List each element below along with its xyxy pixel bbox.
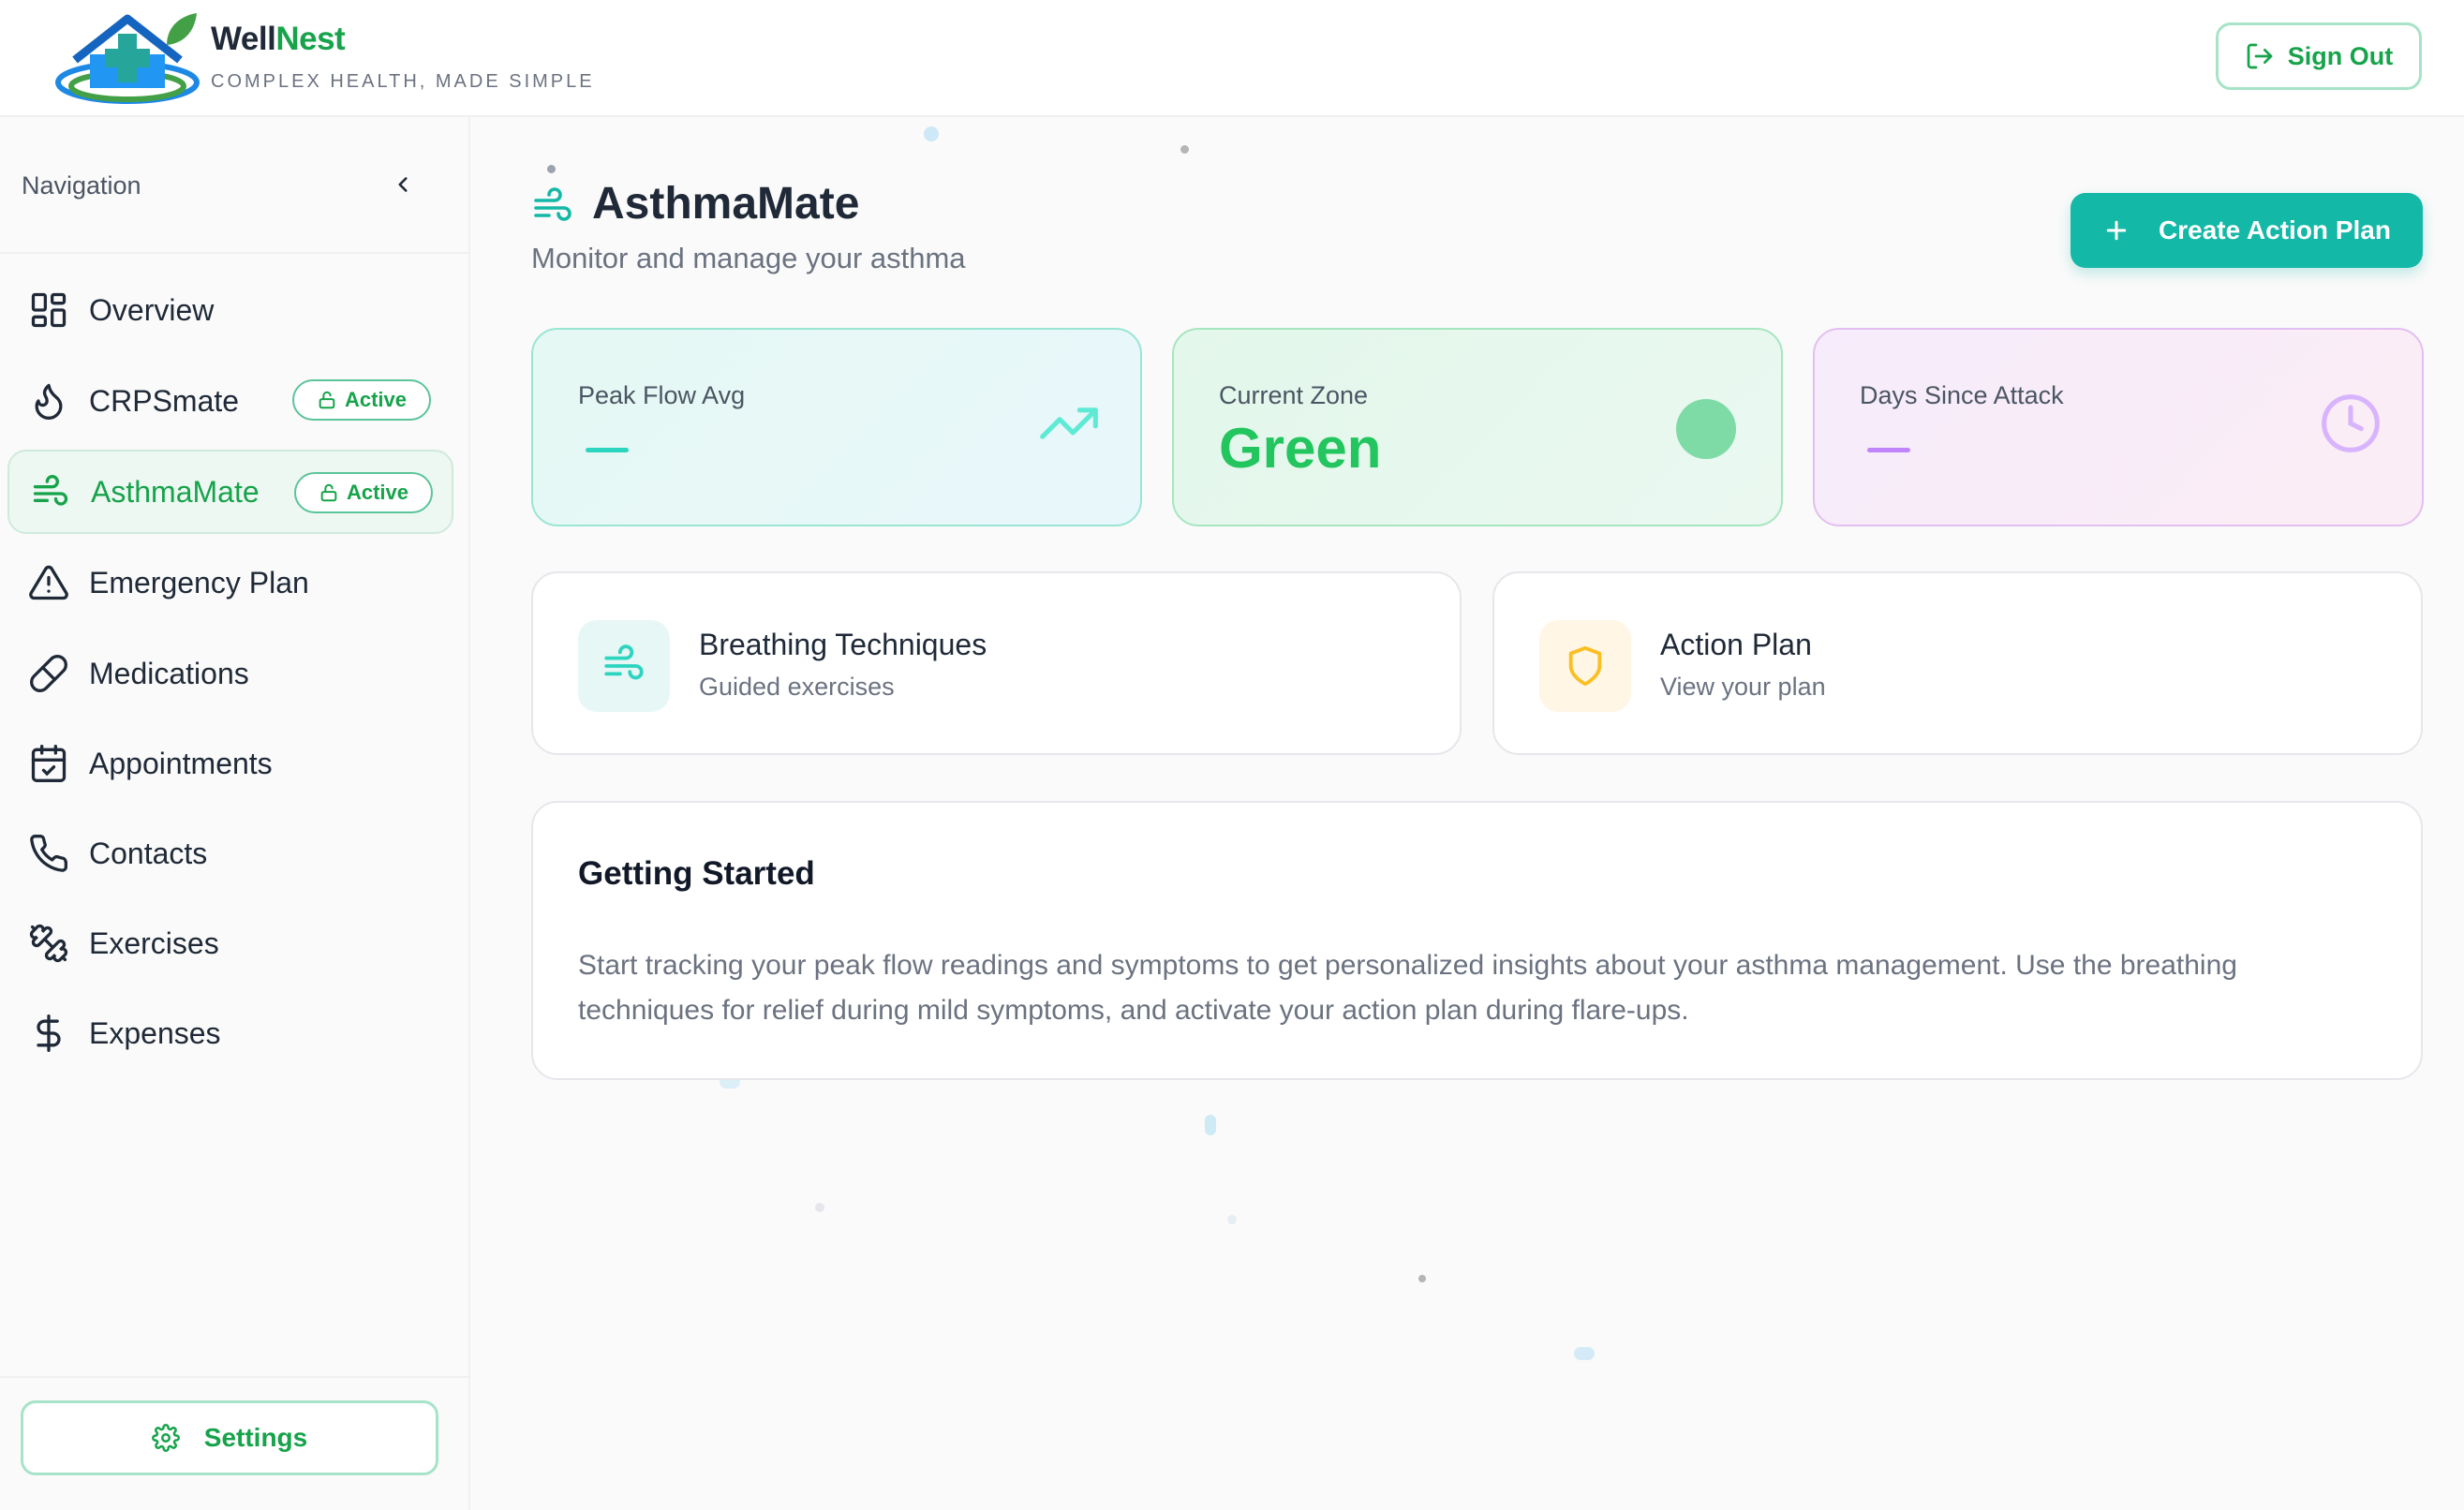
quick-link-icon-box: [578, 620, 670, 712]
sidebar-item-emergency-plan[interactable]: Emergency Plan: [7, 540, 453, 625]
settings-label: Settings: [203, 1423, 308, 1452]
page-subtitle: Monitor and manage your asthma: [531, 242, 966, 274]
lock-open-icon: [320, 483, 337, 502]
sidebar-item-label: Overview: [89, 292, 215, 327]
collapse-sidebar-button[interactable]: [384, 166, 422, 203]
plus-icon: [2106, 220, 2127, 241]
sidebar-footer: Settings: [0, 1376, 468, 1510]
stat-card-days-since-attack: Days Since Attack: [1813, 328, 2424, 526]
clock-icon: [2322, 394, 2380, 452]
quick-link-title: Breathing Techniques: [699, 628, 987, 661]
stat-value-empty: [586, 448, 629, 452]
brand-tagline: COMPLEX HEALTH, MADE SIMPLE: [211, 71, 595, 92]
stat-card-current-zone: Current Zone Green: [1172, 328, 1783, 526]
decor-dot: [547, 165, 556, 173]
shield-icon: [1568, 645, 1602, 687]
decor-dot: [1205, 1115, 1216, 1135]
zone-indicator-dot: [1676, 399, 1736, 459]
sidebar-item-label: CRPSmate: [89, 383, 240, 418]
warning-triangle-icon: [29, 565, 68, 600]
stat-value: Green: [1219, 417, 1382, 480]
sidebar-item-contacts[interactable]: Contacts: [7, 811, 453, 896]
quick-link-subtitle: View your plan: [1660, 673, 1826, 701]
stat-label: Days Since Attack: [1860, 381, 2064, 409]
badge-label: Active: [346, 481, 409, 504]
sidebar-item-label: Expenses: [89, 1015, 221, 1050]
dollar-icon: [37, 1014, 61, 1052]
page-title: AsthmaMate: [592, 179, 860, 229]
decor-dot: [1418, 1275, 1426, 1282]
wind-icon: [534, 187, 571, 221]
top-header: WellNest COMPLEX HEALTH, MADE SIMPLE Sig…: [0, 0, 2464, 117]
decor-dot: [1180, 145, 1189, 154]
stat-card-peak-flow: Peak Flow Avg: [531, 328, 1142, 526]
action-plan-card[interactable]: Action Plan View your plan: [1492, 571, 2423, 755]
sidebar-title: Navigation: [22, 171, 141, 200]
sidebar-item-exercises[interactable]: Exercises: [7, 901, 453, 985]
sign-out-label: Sign Out: [2287, 41, 2394, 70]
sidebar-item-label: Contacts: [89, 836, 208, 870]
quick-link-subtitle: Guided exercises: [699, 673, 895, 701]
breathing-techniques-card[interactable]: Breathing Techniques Guided exercises: [531, 571, 1462, 755]
quick-link-icon-box: [1539, 620, 1631, 712]
wellnest-logo: [55, 13, 200, 104]
sidebar-item-crpsmate[interactable]: CRPSmate Active: [7, 359, 453, 443]
active-badge: Active: [294, 472, 433, 513]
sidebar-item-label: Exercises: [89, 925, 219, 960]
decor-dot: [815, 1203, 824, 1212]
stat-value-empty: [1867, 448, 1910, 452]
quick-link-title: Action Plan: [1660, 628, 1812, 661]
decor-dot: [924, 126, 939, 141]
sidebar-header: Navigation: [0, 117, 468, 254]
badge-label: Active: [344, 388, 408, 411]
sidebar-item-label: AsthmaMate: [91, 474, 260, 509]
stat-label: Peak Flow Avg: [578, 381, 746, 409]
sidebar-item-asthmamate[interactable]: AsthmaMate Active: [7, 450, 453, 534]
getting-started-card: Getting Started Start tracking your peak…: [531, 801, 2423, 1080]
grid-icon: [31, 292, 67, 328]
gear-icon: [151, 1424, 180, 1452]
trending-up-icon: [1040, 407, 1098, 439]
stat-label: Current Zone: [1219, 381, 1369, 409]
decor-dot: [1574, 1347, 1595, 1360]
settings-button[interactable]: Settings: [21, 1400, 438, 1475]
brand-name: WellNest: [211, 21, 346, 57]
sidebar-item-label: Appointments: [89, 746, 273, 780]
getting-started-title: Getting Started: [578, 855, 815, 892]
create-action-plan-label: Create Action Plan: [2159, 215, 2391, 244]
lock-open-icon: [319, 391, 335, 409]
decor-dot: [1227, 1215, 1237, 1224]
sidebar-item-expenses[interactable]: Expenses: [7, 991, 453, 1075]
sidebar-item-appointments[interactable]: Appointments: [7, 721, 453, 806]
chevron-left-icon: [398, 177, 408, 192]
sidebar-item-label: Emergency Plan: [89, 565, 309, 600]
sidebar-item-medications[interactable]: Medications: [7, 631, 453, 716]
calendar-icon: [31, 745, 67, 782]
sidebar: Navigation Overview CRPSmate Active Asth…: [0, 117, 470, 1510]
getting-started-body: Start tracking your peak flow readings a…: [578, 950, 2237, 1026]
wind-icon: [33, 475, 68, 506]
sign-out-button[interactable]: Sign Out: [2216, 22, 2422, 90]
dumbbell-icon: [29, 924, 68, 963]
flame-icon: [35, 383, 63, 420]
active-badge: Active: [292, 379, 431, 421]
sign-out-icon: [2247, 43, 2273, 69]
create-action-plan-button[interactable]: Create Action Plan: [2071, 193, 2423, 268]
wind-icon: [604, 644, 644, 680]
sidebar-item-label: Medications: [89, 656, 249, 690]
pill-icon: [30, 655, 67, 692]
phone-icon: [30, 835, 67, 872]
sidebar-item-overview[interactable]: Overview: [7, 268, 453, 352]
